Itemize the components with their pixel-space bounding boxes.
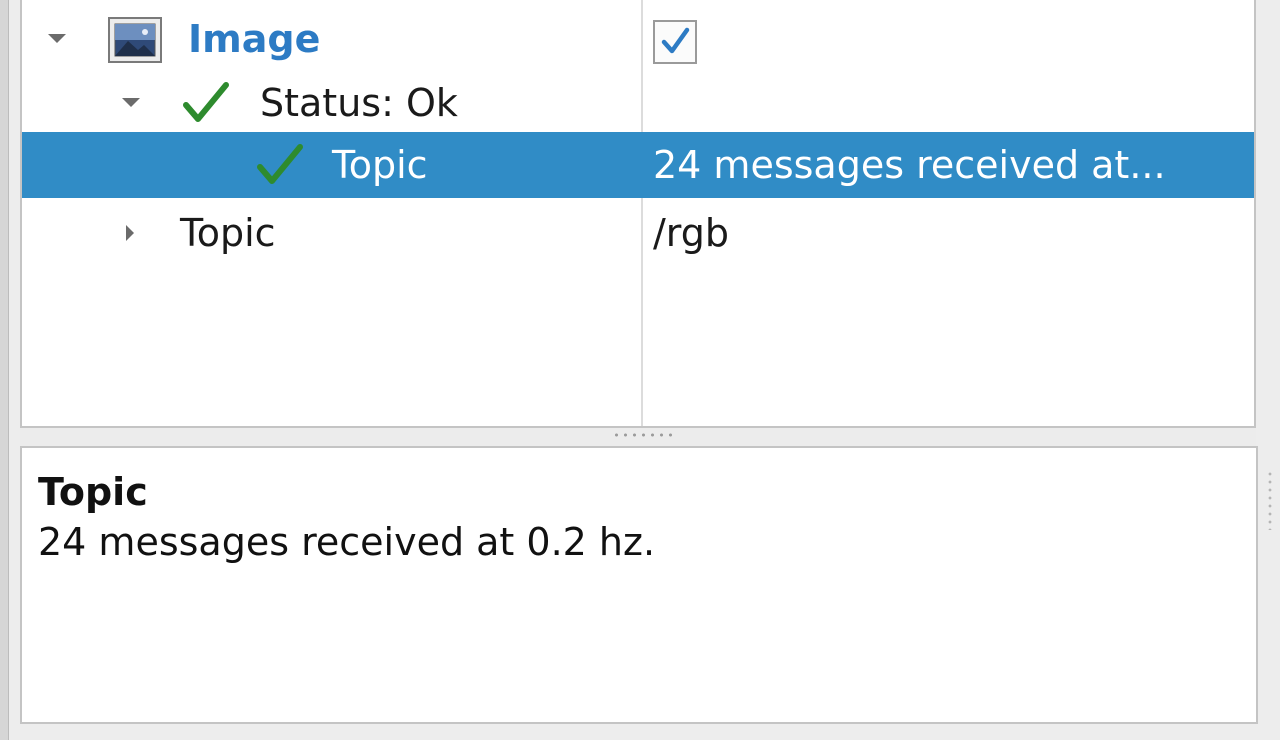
- chevron-down-icon[interactable]: [122, 98, 140, 107]
- detail-body: 24 messages received at 0.2 hz.: [38, 520, 656, 564]
- tree-row-topic-selected[interactable]: Topic 24 messages received at...: [22, 132, 1254, 198]
- checkmark-icon: [661, 27, 690, 54]
- detail-title: Topic: [38, 470, 148, 514]
- tree-row-topic[interactable]: Topic /rgb: [22, 200, 1254, 266]
- chevron-right-icon[interactable]: [126, 225, 134, 241]
- tree-row-status[interactable]: Status: Ok: [22, 70, 1254, 136]
- detail-panel: Topic 24 messages received at 0.2 hz.: [20, 446, 1258, 724]
- enabled-checkbox[interactable]: [653, 20, 697, 64]
- tree-row-label: Status: Ok: [260, 81, 458, 125]
- tree-row-value: /rgb: [653, 211, 729, 255]
- resize-grip-icon[interactable]: [1268, 470, 1272, 530]
- tree-view[interactable]: Image Status: Ok Topic 24 messages recei…: [20, 0, 1256, 428]
- splitter-grip-icon[interactable]: [612, 433, 672, 437]
- tree-row-label: Topic: [180, 211, 276, 255]
- tree-row-label: Topic: [332, 143, 428, 187]
- status-ok-check-icon: [183, 82, 229, 122]
- status-ok-check-icon: [257, 144, 303, 184]
- tree-row-label: Image: [188, 17, 321, 61]
- diagnostics-window: Image Status: Ok Topic 24 messages recei…: [0, 0, 1280, 740]
- window-left-edge: [0, 0, 9, 740]
- panel-splitter[interactable]: [20, 428, 1256, 446]
- chevron-down-icon[interactable]: [48, 34, 66, 43]
- image-icon: [108, 17, 162, 63]
- tree-row-value: 24 messages received at...: [653, 143, 1166, 187]
- tree-row-image[interactable]: Image: [22, 6, 1254, 72]
